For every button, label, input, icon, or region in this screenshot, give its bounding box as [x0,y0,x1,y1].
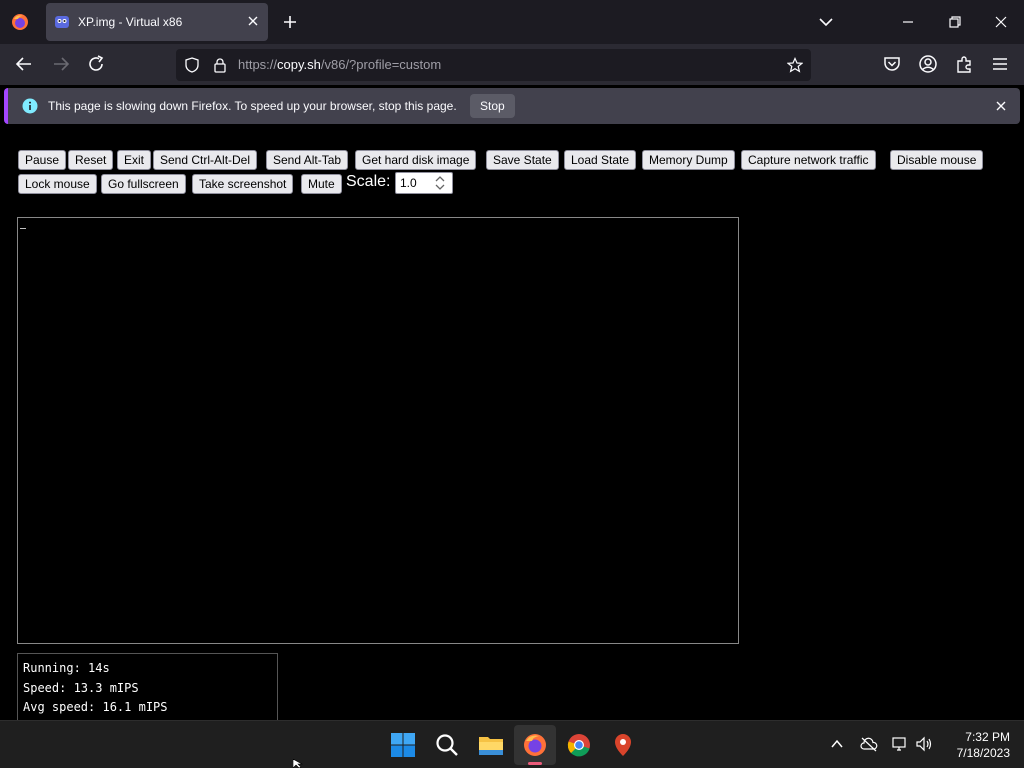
v86-favicon-icon [55,16,69,28]
firefox-view-icon[interactable] [8,10,32,34]
load-state-button[interactable]: Load State [564,150,637,170]
list-all-tabs-icon[interactable] [817,13,835,31]
tab-bar: XP.img - Virtual x86 [0,0,1024,44]
windows-start-icon[interactable] [389,731,417,759]
close-window-icon[interactable] [991,12,1011,32]
tab-title: XP.img - Virtual x86 [78,15,183,29]
url-prefix: https:// [238,57,278,72]
restore-icon[interactable] [945,12,965,32]
forward-icon[interactable] [50,53,72,75]
chrome-icon[interactable] [565,731,593,759]
minimize-icon[interactable] [898,12,918,32]
mute-button[interactable]: Mute [301,174,342,194]
close-notification-icon[interactable] [994,99,1008,113]
bookmark-star-icon[interactable] [787,57,803,73]
reset-button[interactable]: Reset [68,150,114,170]
slow-page-notification: This page is slowing down Firefox. To sp… [4,88,1020,124]
url-path: /v86/?profile=custom [320,57,442,72]
chevron-up-icon[interactable] [828,735,846,753]
url-domain: copy.sh [277,57,321,72]
notification-text: This page is slowing down Firefox. To sp… [48,99,457,113]
tracking-protection-shield-icon[interactable] [184,57,200,73]
windows-taskbar: 7:32 PM 7/18/2023 [0,720,1024,768]
take-screenshot-button[interactable]: Take screenshot [192,174,294,194]
emulator-screen[interactable] [17,217,739,644]
send-ctrl-alt-del-button[interactable]: Send Ctrl-Alt-Del [153,150,258,170]
save-state-button[interactable]: Save State [486,150,559,170]
menu-icon[interactable] [989,53,1011,75]
volume-icon[interactable] [915,735,933,753]
onedrive-offline-icon[interactable] [860,735,878,753]
close-tab-icon[interactable] [246,14,260,28]
lock-icon[interactable] [212,57,228,73]
map-pin-app-icon[interactable] [609,731,637,759]
extensions-icon[interactable] [953,53,975,75]
lock-mouse-button[interactable]: Lock mouse [18,174,97,194]
mouse-pointer-icon [293,759,303,768]
info-icon [22,98,38,114]
firefox-running-indicator [528,762,542,765]
send-alt-tab-button[interactable]: Send Alt-Tab [266,150,349,170]
exit-button[interactable]: Exit [117,150,152,170]
avg-speed: Avg speed: 16.1 mIPS [23,700,168,714]
disable-mouse-button[interactable]: Disable mouse [890,150,984,170]
back-icon[interactable] [13,53,35,75]
v86-page: Pause Reset Exit Send Ctrl-Alt-Del Send … [0,127,1024,720]
new-tab-icon[interactable] [280,12,300,32]
capture-network-traffic-button[interactable]: Capture network traffic [741,150,876,170]
go-fullscreen-button[interactable]: Go fullscreen [101,174,186,194]
get-hard-disk-image-button[interactable]: Get hard disk image [355,150,477,170]
system-clock[interactable]: 7:32 PM 7/18/2023 [940,729,1010,761]
network-icon[interactable] [891,735,909,753]
runtime-stats-panel: Running: 14s Speed: 13.3 mIPS Avg speed:… [17,653,278,720]
reload-icon[interactable] [85,53,107,75]
text-cursor [20,228,26,229]
scale-label: Scale: [346,173,391,190]
firefox-icon[interactable] [521,731,549,759]
clock-date: 7/18/2023 [956,746,1010,760]
speed: Speed: 13.3 mIPS [23,680,139,695]
memory-dump-button[interactable]: Memory Dump [642,150,735,170]
pause-button[interactable]: Pause [18,150,67,170]
running-time: Running: 14s [23,661,110,675]
active-tab[interactable]: XP.img - Virtual x86 [46,3,268,41]
pocket-icon[interactable] [881,53,903,75]
file-explorer-icon[interactable] [477,731,505,759]
stop-page-button[interactable]: Stop [470,94,515,118]
account-icon[interactable] [917,53,939,75]
clock-time: 7:32 PM [965,730,1010,744]
url-bar[interactable]: https://copy.sh/v86/?profile=custom [176,49,811,81]
search-icon[interactable] [433,731,461,759]
navigation-toolbar: https://copy.sh/v86/?profile=custom [0,44,1024,85]
spin-arrows-icon[interactable] [432,174,448,192]
url-text[interactable]: https://copy.sh/v86/?profile=custom [238,57,441,72]
